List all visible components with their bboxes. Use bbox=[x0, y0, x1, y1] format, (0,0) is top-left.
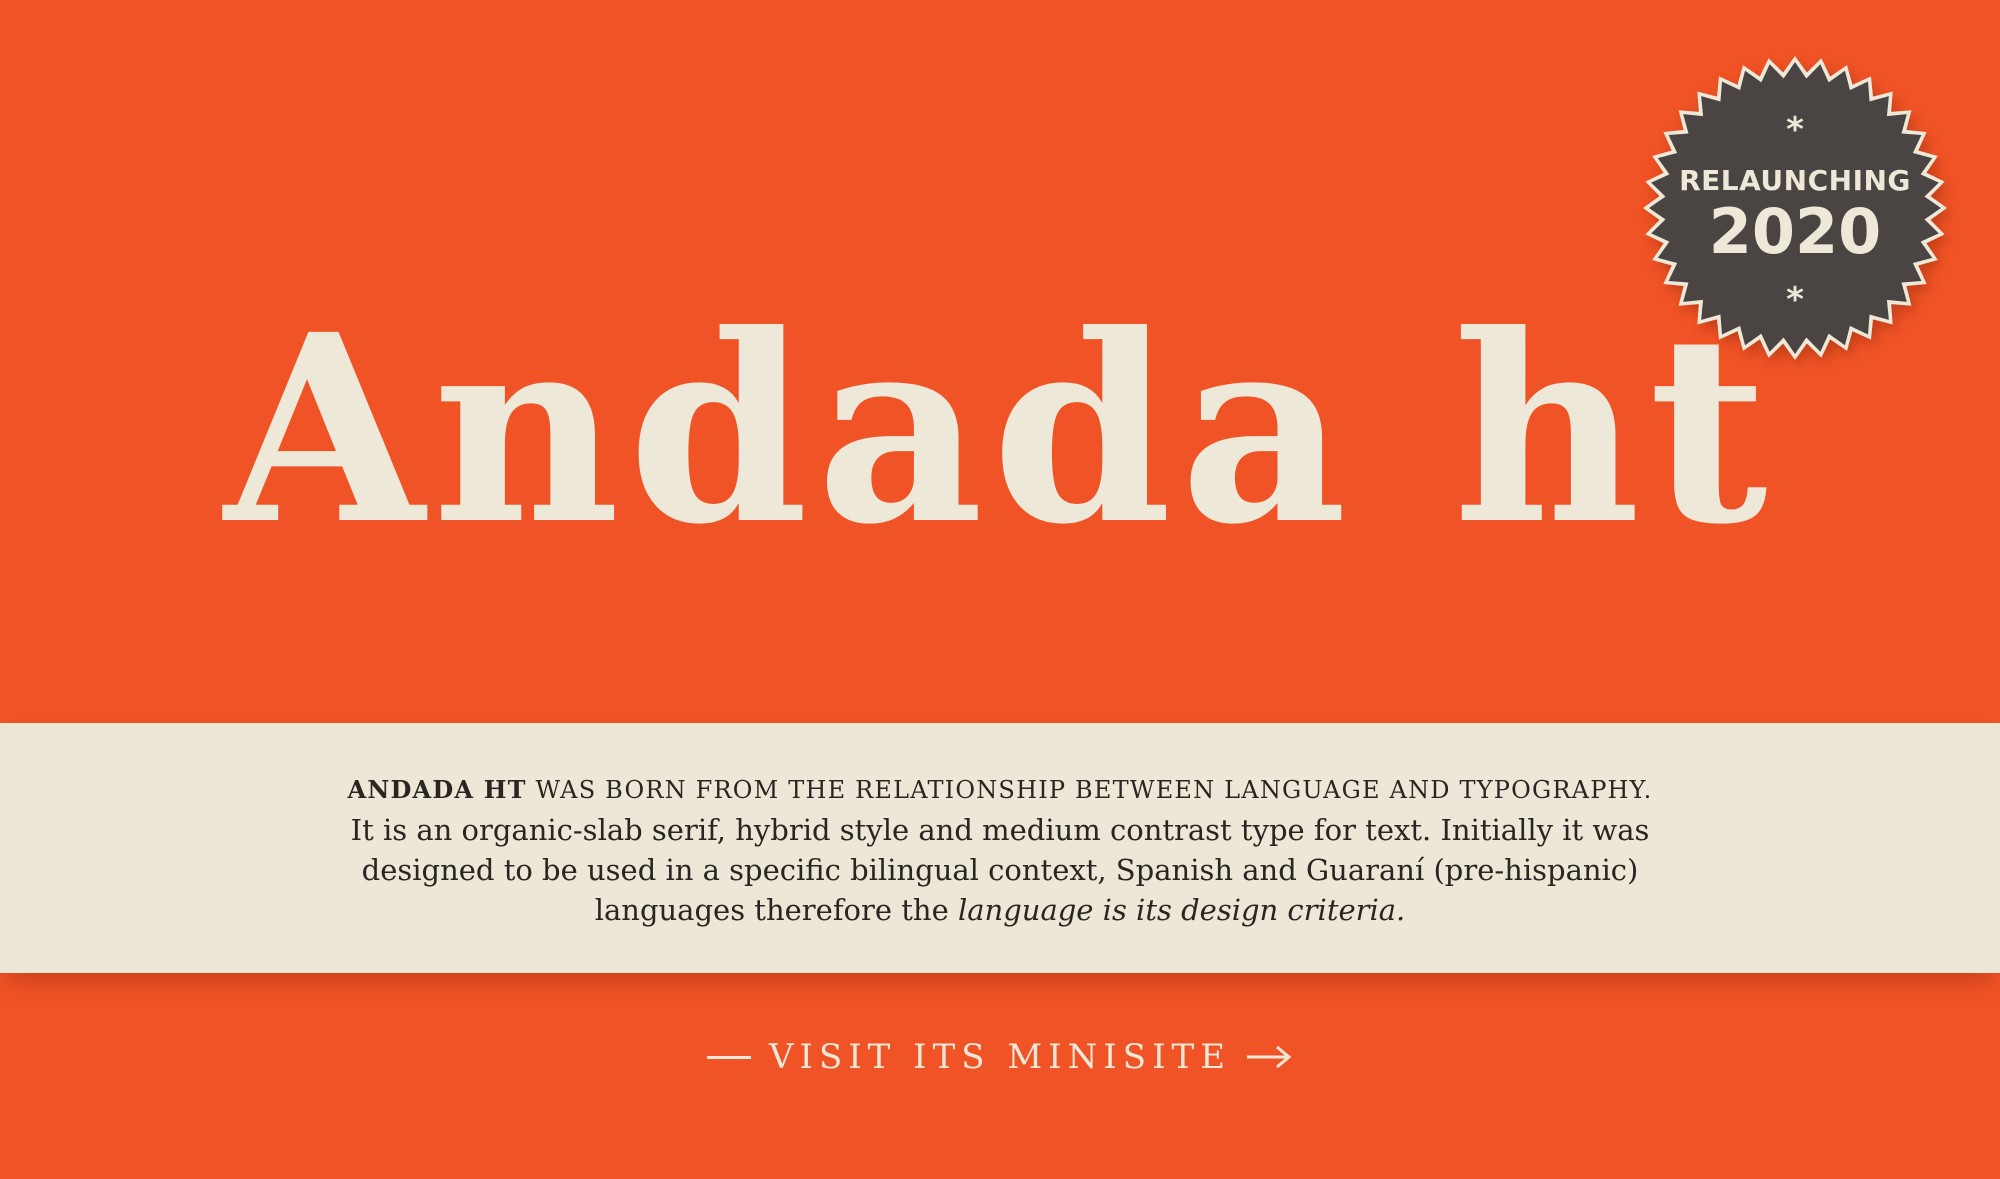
arrow-right-icon bbox=[1247, 1045, 1292, 1069]
visit-minisite-label: VISIT ITS MINISITE bbox=[768, 1037, 1232, 1077]
description-line-3-plain: languages therefore the bbox=[594, 893, 958, 927]
description-line-3: languages therefore the language is its … bbox=[330, 890, 1670, 930]
badge-label: RELAUNCHING bbox=[1679, 164, 1911, 197]
badge-year: 2020 bbox=[1708, 195, 1882, 268]
badge-asterisk-bottom: * bbox=[1786, 280, 1804, 320]
description-lead: ANDADA HT WAS BORN FROM THE RELATIONSHIP… bbox=[330, 770, 1670, 810]
badge-asterisk-top: * bbox=[1786, 110, 1804, 150]
description-line-2: designed to be used in a specific biling… bbox=[361, 853, 1639, 887]
dash-icon bbox=[706, 1055, 751, 1059]
description-line-1: It is an organic-slab serif, hybrid styl… bbox=[350, 813, 1650, 847]
description-lead-rest: WAS BORN FROM THE RELATIONSHIP BETWEEN L… bbox=[526, 776, 1653, 804]
visit-minisite-link[interactable]: VISIT ITS MINISITE bbox=[0, 1030, 2000, 1082]
description-text: ANDADA HT WAS BORN FROM THE RELATIONSHIP… bbox=[330, 770, 1670, 930]
badge-content: * RELAUNCHING 2020 * bbox=[1640, 53, 1950, 363]
description-emphasis: language is its design criteria. bbox=[957, 893, 1406, 927]
description-band: ANDADA HT WAS BORN FROM THE RELATIONSHIP… bbox=[0, 723, 2000, 973]
relaunch-badge: * RELAUNCHING 2020 * bbox=[1640, 53, 1950, 363]
description-body: It is an organic-slab serif, hybrid styl… bbox=[330, 810, 1670, 930]
font-name-strong: ANDADA HT bbox=[347, 775, 527, 804]
hero-section: Andada ht * RELAUNCHING 2020 * bbox=[0, 0, 2000, 723]
